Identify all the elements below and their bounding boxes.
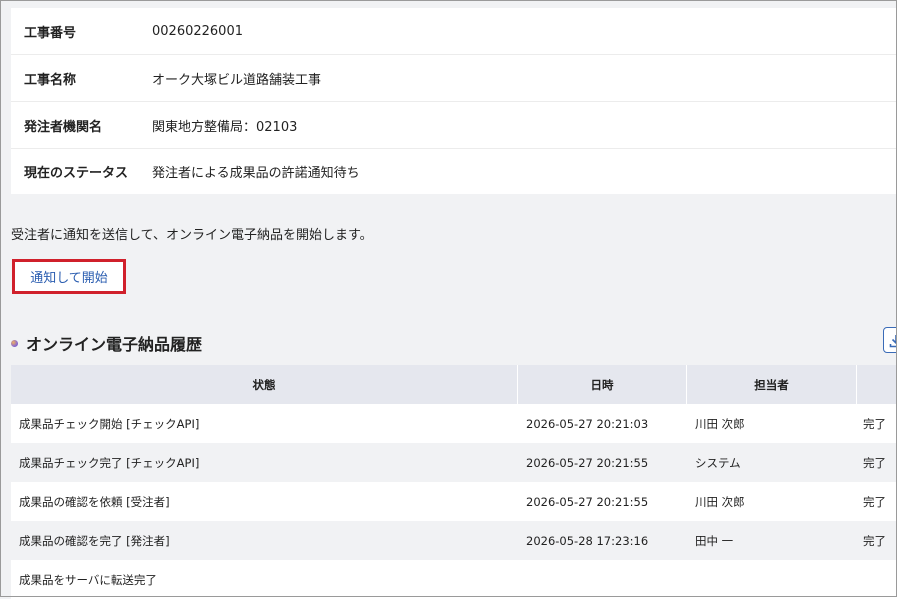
info-row-project-name: 工事名称 オーク大塚ビル道路舗装工事 [11,55,897,102]
info-label: 現在のステータス [24,166,129,181]
cell-result: 完了 [863,416,886,431]
history-title: オンライン電子納品履歴 [26,335,203,354]
column-header-status: 状態 [11,365,518,404]
info-row-status: 現在のステータス 発注者による成果品の許諾通知待ち [11,149,897,194]
notify-and-start-button[interactable]: 通知して開始 [12,259,126,294]
cell-person: 田中 一 [695,533,734,548]
notify-description: 受注者に通知を送信して、オンライン電子納品を開始します。 [11,228,373,243]
cell-status: 成果品の確認を依頼 [受注者] [19,494,170,509]
info-value: 関東地方整備局：02103 [152,119,298,135]
info-label: 工事名称 [24,72,77,88]
download-button[interactable] [883,327,897,353]
table-row: 成果品の確認を依頼 [受注者] 2026-05-27 20:21:55 川田 次… [11,482,897,521]
table-row: 成果品の確認を完了 [発注者] 2026-05-28 17:23:16 田中 一… [11,521,897,560]
cell-datetime: 2026-05-27 20:21:55 [526,494,649,509]
table-row: 成果品チェック完了 [チェックAPI] 2026-05-27 20:21:55 … [11,443,897,482]
cell-result: 完了 [863,455,886,470]
table-header-row: 状態 日時 担当者 [11,365,897,404]
download-icon [889,335,897,348]
bullet-icon [11,339,18,347]
info-row-orderer: 発注者機関名 関東地方整備局：02103 [11,102,897,149]
info-value: 00260226001 [152,23,243,39]
cell-status: 成果品の確認を完了 [発注者] [19,533,170,548]
column-header-result [857,365,897,404]
history-section-title: オンライン電子納品履歴 [11,331,202,355]
column-header-person: 担当者 [687,365,857,404]
cell-result: 完了 [863,533,886,548]
cell-person: 川田 次郎 [695,416,745,431]
cell-datetime: 2026-05-28 17:23:16 [526,533,649,548]
info-value: オーク大塚ビル道路舗装工事 [152,72,322,88]
info-value: 発注者による成果品の許諾通知待ち [152,166,360,181]
history-table: 状態 日時 担当者 成果品チェック開始 [チェックAPI] 2026-05-27… [11,365,897,599]
info-row-project-number: 工事番号 00260226001 [11,8,897,55]
table-row: 成果品チェック開始 [チェックAPI] 2026-05-27 20:21:03 … [11,404,897,443]
project-info-table: 工事番号 00260226001 工事名称 オーク大塚ビル道路舗装工事 発注者機… [11,8,897,194]
cell-status: 成果品チェック開始 [チェックAPI] [19,416,200,431]
cell-datetime: 2026-05-27 20:21:55 [526,455,649,470]
table-row: 成果品をサーバに転送完了 [11,560,897,599]
cell-status: 成果品をサーバに転送完了 [19,572,157,587]
cell-person: システム [695,455,741,470]
cell-datetime: 2026-05-27 20:21:03 [526,416,649,431]
info-label: 発注者機関名 [24,119,103,135]
cell-status: 成果品チェック完了 [チェックAPI] [19,455,200,470]
info-label: 工事番号 [24,25,77,41]
column-header-datetime: 日時 [518,365,687,404]
cell-result: 完了 [863,494,886,509]
cell-person: 川田 次郎 [695,494,745,509]
